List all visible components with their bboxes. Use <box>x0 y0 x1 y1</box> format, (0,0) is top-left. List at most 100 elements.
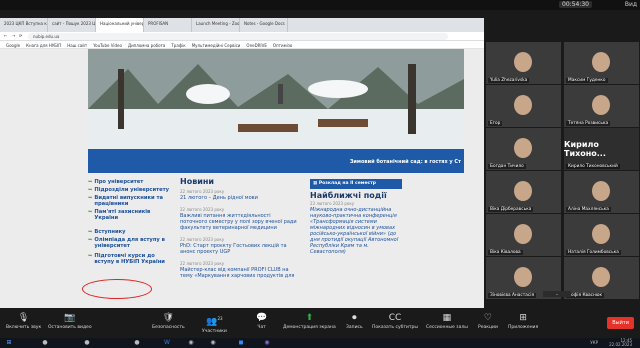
participant-name: Наталія Голимбовська <box>566 250 621 255</box>
word-icon[interactable]: W <box>162 339 172 347</box>
arrow-icon: ➥ <box>88 229 93 235</box>
browser-tab[interactable]: 2023 ЦКП Вступна кампанія <box>0 18 48 32</box>
captions-button[interactable]: CC Показать субтитры <box>372 312 418 330</box>
windows-taskbar: ⊞ ● ● ● W ◉ ◉ ◼ ◉ УКР 12:45 22.02.2023 <box>0 338 640 348</box>
participant-tile-no-video[interactable]: Кирило Тихоно... Кирило Тихоновський <box>564 128 639 170</box>
news-link[interactable]: Майстер-клас від компанії PROFI CLUB на … <box>180 267 298 279</box>
participant-tile[interactable]: Богдан Тичило <box>486 128 561 170</box>
share-screen-button[interactable]: ⬆ Демонстрация экрана <box>283 312 336 330</box>
browser-tab[interactable]: Launch Meeting - Zoom <box>192 18 240 32</box>
meeting-timer: 00:54:30 <box>559 1 592 8</box>
news-item[interactable]: 22 лютого 2023 року Важливі питання житт… <box>180 207 298 231</box>
chat-button[interactable]: 💬 Чат <box>256 312 267 330</box>
windows-start-icon[interactable]: ⊞ <box>4 339 14 347</box>
nav-item-courses[interactable]: ➥ Підготовчі курси до вступу в НУБіП Укра… <box>88 253 170 265</box>
bookmark[interactable]: Google <box>6 43 20 48</box>
chrome-icon[interactable]: ◉ <box>208 339 218 347</box>
record-icon: ⏺ <box>352 313 357 323</box>
schedule-label: Розклад на II семестр <box>318 181 376 186</box>
participants-button[interactable]: 👥23 Участники <box>202 312 227 334</box>
nav-item-graduates[interactable]: ➥ Видатні випускники та працівники <box>88 195 170 207</box>
reactions-button[interactable]: ♡ Реакции <box>478 312 498 330</box>
forward-icon[interactable]: → <box>12 33 15 38</box>
participant-tile[interactable]: Максим Гуденко <box>564 42 639 84</box>
taskbar-app-icon[interactable]: ● <box>82 339 92 347</box>
bookmark[interactable]: Кнага для НУБІП <box>26 43 61 48</box>
browser-tab-active[interactable]: Національний університет біо <box>96 18 144 32</box>
view-button[interactable]: Вид <box>625 1 637 8</box>
event-link[interactable]: Міжнародна очно-дистанційна науково-прак… <box>310 207 402 255</box>
browser-tab[interactable]: PROFISAN <box>144 18 192 32</box>
news-link[interactable]: 21 лютого – День рідної мови <box>180 195 298 201</box>
camera-icon: 📷 <box>64 313 76 323</box>
apps-button[interactable]: ⊞ Приложения <box>508 312 538 330</box>
toolbar-label: Сессионные залы <box>426 325 468 330</box>
browser-tab[interactable]: Notes - Google Docs <box>240 18 288 32</box>
nav-item-about[interactable]: ➥ Про університет <box>88 179 170 185</box>
news-item[interactable]: 22 лютого 2023 року Майстер-клас від ком… <box>180 261 298 279</box>
participant-name: Максим Гуденко <box>566 78 608 83</box>
chat-icon: 💬 <box>256 313 268 323</box>
gallery-page-down[interactable]: ⌄ <box>543 291 571 297</box>
system-tray: УКР 12:45 22.02.2023 <box>590 339 632 347</box>
bookmark[interactable]: YouTube Video <box>93 43 122 48</box>
participant-name: Богдан Тичило <box>488 164 526 169</box>
participant-tile[interactable]: Тетяна Розвиська <box>564 85 639 127</box>
language-indicator[interactable]: УКР <box>590 341 598 345</box>
video-button[interactable]: 📷 Остановить видео <box>48 312 92 330</box>
nav-label: Вступнику <box>94 229 126 235</box>
nav-item-memory[interactable]: ➥ Пам'яті захисників України <box>88 209 170 221</box>
face <box>514 95 532 115</box>
bookmark[interactable]: Трафік <box>171 43 185 48</box>
taskbar-app-icon[interactable]: ● <box>132 339 142 347</box>
cc-icon: CC <box>388 313 402 323</box>
events-column: ▦ Розклад на II семестр Найближчі події … <box>310 179 402 255</box>
browser-tab[interactable]: сайт - Пошук 2023 ЦКП <box>48 18 96 32</box>
participant-tile[interactable]: Наталія Голимбовська <box>564 214 639 256</box>
back-icon[interactable]: ← <box>4 33 7 38</box>
breakout-icon: ▦ <box>442 313 452 323</box>
participant-tile[interactable]: Yulia Zhezarivska <box>486 42 561 84</box>
record-button[interactable]: ⏺ Запись <box>346 312 363 330</box>
news-item[interactable]: 22 лютого 2023 року PhD: Старт проєкту Г… <box>180 237 298 255</box>
participant-tile[interactable]: Егор <box>486 85 561 127</box>
nav-label: Пам'яті захисників України <box>94 209 151 221</box>
bookmark[interactable]: Мультимедійні Сервіси <box>192 43 241 48</box>
chrome-icon[interactable]: ◉ <box>186 339 196 347</box>
url-input[interactable]: nubip.edu.ua <box>28 33 448 40</box>
security-button[interactable]: 🛡 Безопасность <box>152 312 185 330</box>
participant-name: Віка Дірберавська <box>488 207 534 212</box>
participants-count: 23 <box>217 316 223 321</box>
participant-name: Зіновієва Анастасія <box>488 293 537 298</box>
reload-icon[interactable]: ⟳ <box>19 33 22 38</box>
news-link[interactable]: PhD: Старт проєкту Гостьових лекцій та а… <box>180 243 298 255</box>
nav-item-applicant[interactable]: ➥ Вступнику <box>88 229 170 235</box>
bookmark[interactable]: Наш сайт <box>67 43 87 48</box>
participant-tile[interactable]: Софія Кваснюк <box>564 257 639 299</box>
toolbar-label: Приложения <box>508 325 539 330</box>
clock-date: 22.02.2023 <box>609 342 632 347</box>
slider-caption[interactable]: Зимовий ботанічний сад: в гостях у Ст <box>88 149 464 173</box>
breakout-rooms-button[interactable]: ▦ Сессионные залы <box>426 312 468 330</box>
taskbar-app-icon[interactable]: ● <box>40 339 50 347</box>
face <box>592 224 610 244</box>
bookmark[interactable]: Оптимізо <box>273 43 292 48</box>
news-heading: Новини <box>180 177 214 186</box>
participant-tile[interactable]: Віка Ківалова <box>486 214 561 256</box>
nav-item-olympiad[interactable]: ➥ Олімпіада для вступу в університет <box>88 237 170 249</box>
nav-item-divisions[interactable]: ➥ Підрозділи університету <box>88 187 170 193</box>
zoom-icon[interactable]: ◼ <box>236 339 246 347</box>
news-item[interactable]: 22 лютого 2023 року 21 лютого – День рід… <box>180 189 298 201</box>
viber-icon[interactable]: ◉ <box>262 339 272 347</box>
bookmark[interactable]: OneDRIVE <box>246 43 266 48</box>
participant-tile[interactable]: Віка Дірберавська <box>486 171 561 213</box>
mute-button[interactable]: 🎙 Включить звук <box>6 312 41 330</box>
address-bar: ← → ⟳ nubip.edu.ua <box>0 32 484 41</box>
schedule-button[interactable]: ▦ Розклад на II семестр <box>310 179 402 189</box>
leave-button[interactable]: Выйти <box>607 317 634 329</box>
people-glyph: 👥 <box>206 317 218 327</box>
bookmark[interactable]: Дипломна робота <box>128 43 165 48</box>
participant-tile[interactable]: Аліна Махлянська <box>564 171 639 213</box>
news-link[interactable]: Важливі питання життєдіяльності поточног… <box>180 213 298 231</box>
arrow-icon: ➥ <box>88 209 93 215</box>
